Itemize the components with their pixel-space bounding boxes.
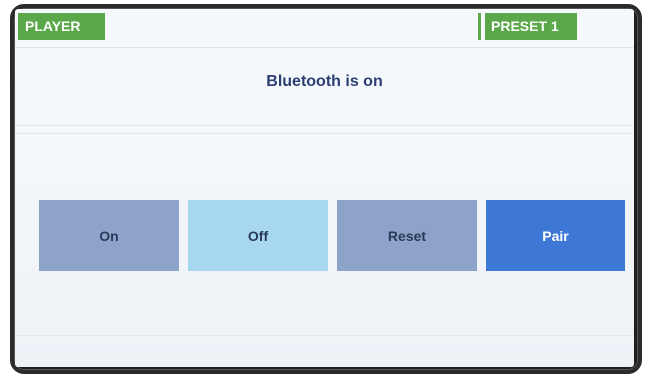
touch-screen: PLAYER PRESET 1 Bluetooth is on On Off R… [15, 9, 634, 367]
preset-tab-separator [481, 13, 483, 40]
bluetooth-on-button[interactable]: On [39, 200, 179, 271]
status-divider-bottom [15, 133, 634, 134]
player-tab[interactable]: PLAYER [18, 13, 105, 40]
bluetooth-pair-button[interactable]: Pair [486, 200, 625, 271]
footer-divider [15, 335, 634, 336]
bluetooth-status-text: Bluetooth is on [266, 73, 383, 90]
status-divider-top [15, 125, 634, 126]
device-bezel: PLAYER PRESET 1 Bluetooth is on On Off R… [0, 0, 649, 378]
header-divider [15, 47, 634, 48]
bluetooth-reset-button[interactable]: Reset [337, 200, 477, 271]
preset-tab[interactable]: PRESET 1 [485, 13, 577, 40]
bluetooth-off-button[interactable]: Off [188, 200, 328, 271]
